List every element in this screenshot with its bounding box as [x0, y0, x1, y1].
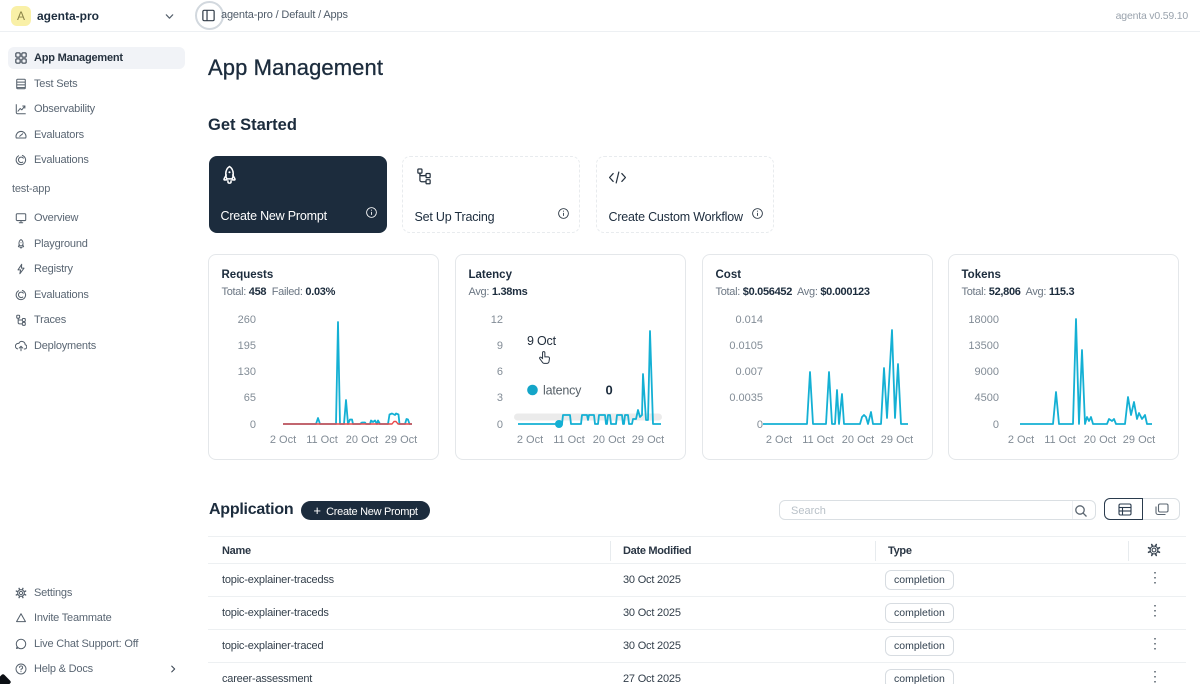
- svg-text:2 Oct: 2 Oct: [270, 434, 296, 446]
- svg-text:0: 0: [497, 419, 503, 431]
- svg-text:0.0105: 0.0105: [729, 340, 763, 352]
- svg-text:260: 260: [238, 314, 256, 326]
- svg-text:0.014: 0.014: [735, 314, 763, 326]
- svg-text:13500: 13500: [968, 340, 999, 352]
- svg-text:20 Oct: 20 Oct: [842, 434, 874, 446]
- svg-text:6: 6: [497, 366, 503, 378]
- svg-text:0: 0: [606, 383, 613, 398]
- svg-text:20 Oct: 20 Oct: [346, 434, 378, 446]
- svg-text:0.007: 0.007: [735, 366, 763, 378]
- svg-text:2 Oct: 2 Oct: [1008, 434, 1034, 446]
- svg-text:29 Oct: 29 Oct: [881, 434, 913, 446]
- svg-text:2 Oct: 2 Oct: [517, 434, 543, 446]
- svg-text:0: 0: [757, 419, 763, 431]
- svg-text:29 Oct: 29 Oct: [1123, 434, 1155, 446]
- svg-text:0: 0: [993, 419, 999, 431]
- svg-text:11 Oct: 11 Oct: [306, 434, 338, 446]
- svg-text:0.0035: 0.0035: [729, 392, 763, 404]
- svg-text:20 Oct: 20 Oct: [1084, 434, 1116, 446]
- svg-text:29 Oct: 29 Oct: [632, 434, 664, 446]
- svg-text:65: 65: [244, 392, 256, 404]
- svg-text:195: 195: [238, 340, 256, 352]
- svg-text:18000: 18000: [968, 314, 999, 326]
- svg-text:4500: 4500: [975, 392, 999, 404]
- svg-text:130: 130: [238, 366, 256, 378]
- svg-text:20 Oct: 20 Oct: [593, 434, 625, 446]
- svg-text:11 Oct: 11 Oct: [1044, 434, 1076, 446]
- svg-text:3: 3: [497, 392, 503, 404]
- svg-text:9 Oct: 9 Oct: [527, 334, 557, 348]
- svg-text:29 Oct: 29 Oct: [385, 434, 417, 446]
- svg-text:11 Oct: 11 Oct: [802, 434, 834, 446]
- svg-text:0: 0: [250, 419, 256, 431]
- svg-text:12: 12: [491, 314, 503, 326]
- svg-text:2 Oct: 2 Oct: [766, 434, 792, 446]
- svg-text:11 Oct: 11 Oct: [553, 434, 585, 446]
- svg-text:latency: latency: [543, 384, 582, 398]
- svg-text:9: 9: [497, 340, 503, 352]
- svg-text:9000: 9000: [975, 366, 999, 378]
